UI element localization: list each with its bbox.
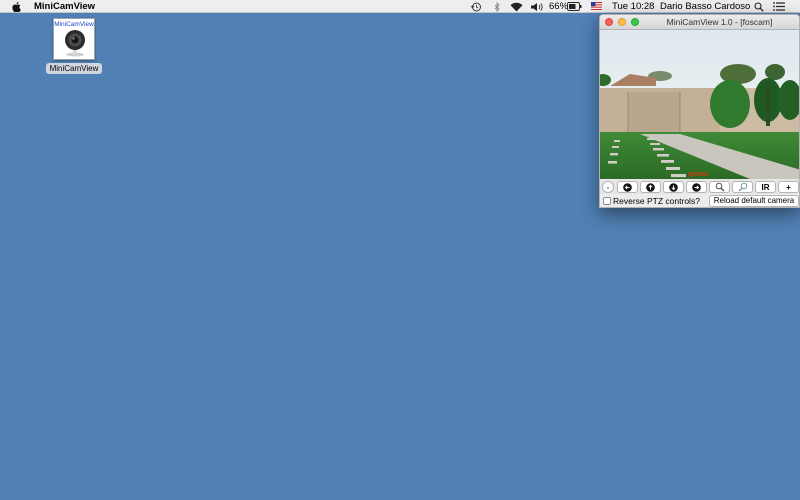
ptz-controls: IR + (600, 179, 799, 194)
volume-icon[interactable] (530, 2, 544, 12)
zoom-out-icon (738, 182, 747, 192)
close-button[interactable] (605, 18, 613, 26)
minicamview-window: MiniCamView 1.0 - [foscam] portao IR + R… (599, 14, 800, 208)
ir-button[interactable]: IR (755, 181, 776, 193)
notification-center-icon[interactable] (773, 2, 785, 11)
app-icon-label: MiniCamView (46, 63, 102, 74)
arrow-up-icon (646, 182, 655, 192)
camera-overlay-text: portao (688, 171, 708, 178)
reverse-ptz-label[interactable]: Reverse PTZ controls? (613, 194, 700, 207)
arrow-right-icon (692, 182, 701, 192)
dot-icon (607, 187, 609, 189)
camera-image: portao (600, 30, 799, 179)
ptz-up-button[interactable] (640, 181, 661, 193)
app-icon-image: MiniCamView (53, 18, 95, 60)
app-menu-title[interactable]: MiniCamView (34, 0, 95, 13)
menu-bar: MiniCamView 66% Tue 10:28 Dario Basso Ca… (0, 0, 800, 13)
apple-icon[interactable] (12, 2, 21, 12)
webcam-icon (65, 30, 85, 57)
bluetooth-icon[interactable] (494, 2, 501, 12)
add-camera-button[interactable]: + (778, 181, 799, 193)
zoom-in-icon (715, 182, 724, 192)
ptz-left-button[interactable] (617, 181, 638, 193)
reverse-ptz-checkbox[interactable] (603, 197, 611, 205)
clock[interactable]: Tue 10:28 (612, 0, 654, 13)
desktop-app-icon[interactable]: MiniCamView MiniCamView (46, 18, 102, 75)
ptz-center-button[interactable] (602, 181, 614, 193)
us-flag-icon[interactable] (591, 2, 602, 10)
zoom-out-button[interactable] (732, 181, 753, 193)
window-titlebar[interactable]: MiniCamView 1.0 - [foscam] (600, 15, 799, 30)
arrow-left-icon (623, 182, 632, 192)
options-row: Reverse PTZ controls? Reload default cam… (600, 194, 799, 207)
user-name[interactable]: Dario Basso Cardoso (660, 0, 750, 13)
camera-feed: portao (600, 30, 799, 193)
minimize-button[interactable] (618, 18, 626, 26)
ptz-down-button[interactable] (663, 181, 684, 193)
reload-default-camera-button[interactable]: Reload default camera (709, 195, 799, 207)
window-title: MiniCamView 1.0 - [foscam] (666, 17, 773, 27)
app-icon-title: MiniCamView (54, 21, 94, 28)
ptz-right-button[interactable] (686, 181, 707, 193)
zoom-in-button[interactable] (709, 181, 730, 193)
spotlight-search-icon[interactable] (754, 2, 764, 12)
time-machine-icon[interactable] (470, 2, 482, 12)
zoom-button[interactable] (631, 18, 639, 26)
battery-icon[interactable] (567, 2, 582, 11)
battery-percent[interactable]: 66% (549, 0, 568, 13)
wifi-icon[interactable] (510, 2, 523, 12)
arrow-down-icon (669, 182, 678, 192)
